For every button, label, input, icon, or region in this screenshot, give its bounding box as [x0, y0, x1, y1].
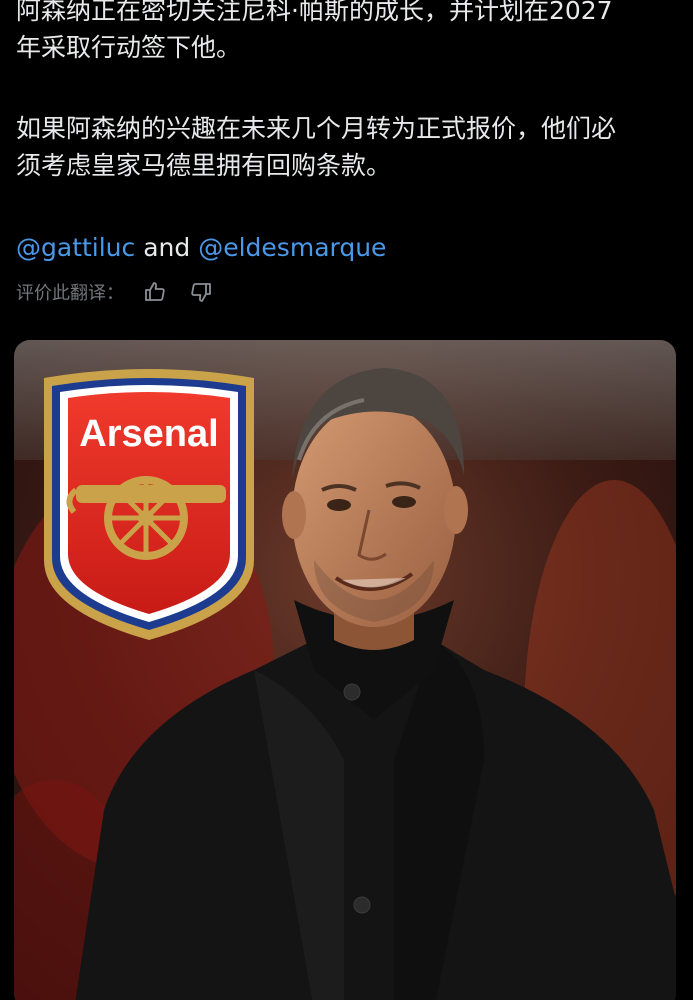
arsenal-crest-icon: Arsenal — [44, 369, 254, 640]
tweet-paragraph-1-text: 阿森纳正在密切关注尼科·帕斯的成长，并计划在2027 年采取行动签下他。 — [16, 0, 613, 62]
tweet-media-image[interactable]: Arsenal — [14, 340, 676, 1000]
tweet-detail: 阿森纳正在密切关注尼科·帕斯的成长，并计划在2027 年采取行动签下他。 如果阿… — [0, 0, 693, 1000]
tweet-paragraph-2: 如果阿森纳的兴趣在未来几个月转为正式报价，他们必 须考虑皇家马德里拥有回购条款。 — [16, 114, 617, 180]
media-illustration: Arsenal — [14, 340, 676, 1000]
rate-translation-label: 评价此翻译： — [16, 283, 124, 304]
crest-text: Arsenal — [79, 413, 218, 455]
tweet-paragraph-1: 阿森纳正在密切关注尼科·帕斯的成长，并计划在2027 年采取行动签下他。 — [16, 0, 681, 66]
rate-translation-row: 评价此翻译： — [16, 278, 214, 306]
thumbs-down-icon[interactable] — [188, 279, 214, 305]
mention-gattiluc[interactable]: @gattiluc — [16, 233, 135, 262]
mention-eldesmarque[interactable]: @eldesmarque — [198, 233, 386, 262]
mentions-line: @gattiluc and @eldesmarque — [16, 229, 386, 266]
thumbs-up-icon[interactable] — [142, 279, 168, 305]
mentions-and: and — [143, 233, 191, 262]
